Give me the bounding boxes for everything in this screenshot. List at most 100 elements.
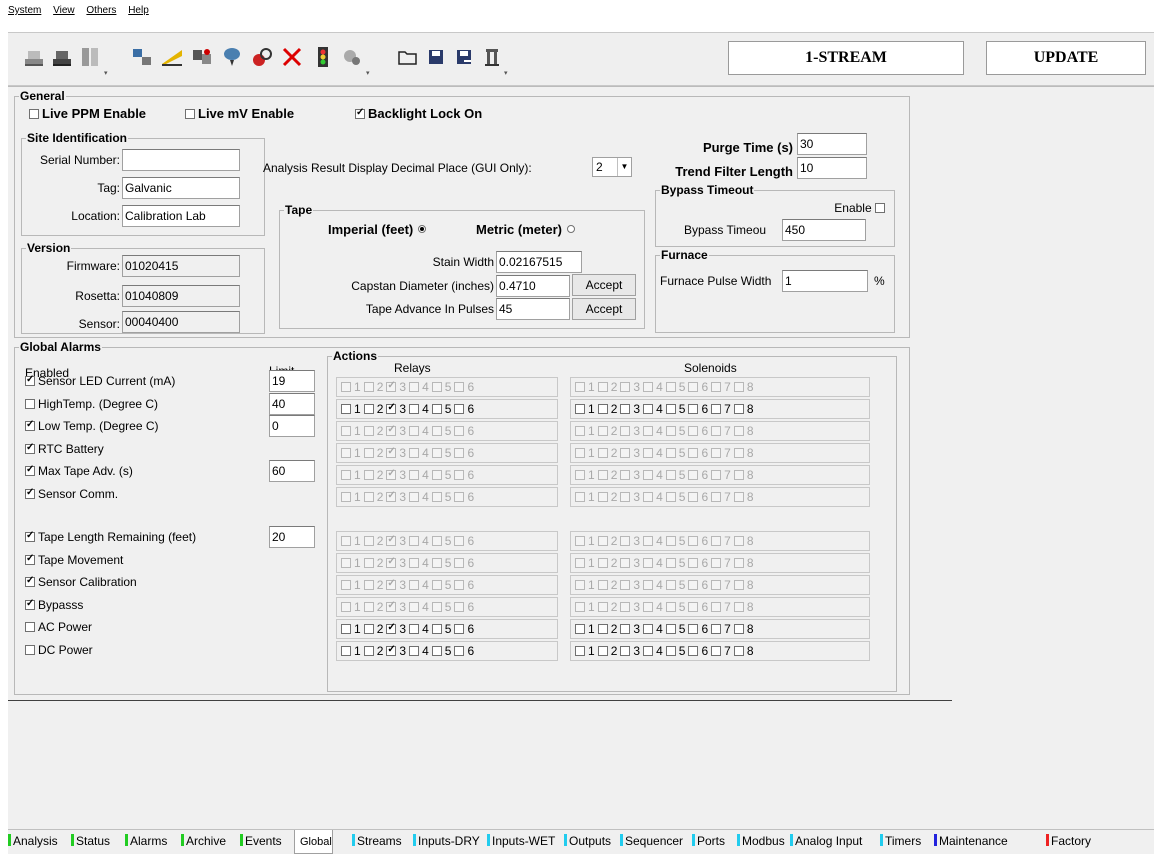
action-checkbox[interactable] (733, 624, 744, 634)
alarm-enable-checkbox[interactable] (25, 645, 35, 655)
alarm-row[interactable]: Sensor Comm. (25, 487, 118, 501)
action-checkbox[interactable] (711, 624, 722, 634)
alarm-limit-input[interactable]: 19 (269, 370, 315, 392)
action-checkbox[interactable] (643, 624, 654, 634)
cancel-icon[interactable] (280, 45, 304, 69)
tape-advance-accept-button[interactable]: Accept (572, 298, 636, 320)
solenoid-row-item[interactable]: 5 (665, 400, 685, 418)
action-checkbox[interactable] (341, 404, 351, 414)
live-ppm-check[interactable] (29, 109, 39, 119)
save-as-icon[interactable] (452, 45, 476, 69)
action-checkbox[interactable] (688, 404, 699, 414)
live-mv-checkbox[interactable]: Live mV Enable (185, 107, 294, 121)
action-checkbox[interactable] (341, 646, 351, 656)
metric-radio[interactable] (566, 225, 575, 233)
bypass-enable-check[interactable] (875, 203, 885, 213)
alarm-row[interactable]: Bypasss (25, 598, 83, 612)
solenoid-row-item[interactable]: 3 (620, 400, 640, 418)
purge-time-input[interactable]: 30 (797, 133, 867, 155)
alarm-enable-checkbox[interactable] (25, 575, 35, 587)
update-button[interactable]: UPDATE (986, 41, 1146, 75)
action-checkbox[interactable] (711, 404, 722, 414)
action-checkbox[interactable] (643, 646, 654, 656)
scan-icon[interactable] (160, 45, 184, 69)
alarm-row[interactable]: Sensor Calibration (25, 575, 137, 589)
action-checkbox[interactable] (665, 404, 676, 414)
furnace-pulse-input[interactable]: 1 (782, 270, 868, 292)
alarm-limit-input[interactable]: 20 (269, 526, 315, 548)
transfer-icon[interactable] (190, 45, 214, 69)
action-checkbox[interactable] (665, 646, 676, 656)
action-checkbox[interactable] (454, 404, 465, 414)
stain-width-input[interactable]: 0.02167515 (496, 251, 582, 273)
location-input[interactable]: Calibration Lab (122, 205, 240, 227)
solenoid-row-item[interactable]: 8 (733, 400, 754, 418)
action-checkbox[interactable] (575, 404, 585, 414)
solenoid-row[interactable]: 1 2 3 4 5 6 7 8 (570, 399, 870, 419)
solenoid-row[interactable]: 1 2 3 4 5 6 7 8 (570, 619, 870, 639)
wet-tank-icon[interactable] (50, 45, 74, 69)
tab-analog-input[interactable]: Analog Input (790, 830, 862, 854)
solenoid-row-item[interactable]: 8 (733, 642, 754, 660)
solenoid-row-item[interactable]: 4 (643, 620, 663, 638)
tab-timers[interactable]: Timers (880, 830, 921, 854)
relay-row-item[interactable]: 6 (454, 620, 474, 638)
traffic-light-icon[interactable] (310, 45, 334, 69)
alarm-row[interactable]: Tape Length Remaining (feet) (25, 530, 196, 544)
action-checkbox[interactable] (597, 624, 608, 634)
menu-system[interactable]: System (8, 5, 41, 16)
capstan-input[interactable]: 0.4710 (496, 275, 570, 297)
toolbar-overflow-icon[interactable]: ▾ (104, 69, 110, 77)
action-checkbox[interactable] (431, 624, 442, 634)
alarm-enable-checkbox[interactable] (25, 419, 35, 431)
action-checkbox[interactable] (454, 624, 465, 634)
tab-modbus[interactable]: Modbus (737, 830, 785, 854)
action-checkbox[interactable] (733, 404, 744, 414)
alarm-enable-checkbox[interactable] (25, 487, 35, 499)
action-checkbox[interactable] (620, 624, 631, 634)
chevron-down-icon[interactable]: ▼ (617, 158, 631, 176)
solenoid-row-item[interactable]: 5 (665, 620, 685, 638)
alarm-enable-checkbox[interactable] (25, 464, 35, 476)
action-checkbox[interactable] (620, 404, 631, 414)
alarm-limit-input[interactable]: 40 (269, 393, 315, 415)
relay-row-item[interactable]: 2 (363, 620, 383, 638)
alarm-row[interactable]: AC Power (25, 620, 92, 634)
solenoid-row-item[interactable]: 8 (733, 620, 754, 638)
action-checkbox[interactable] (431, 646, 442, 656)
relay-row-item[interactable]: 5 (431, 620, 451, 638)
action-checkbox[interactable] (620, 646, 631, 656)
alarm-limit-input[interactable]: 0 (269, 415, 315, 437)
alarm-enable-checkbox[interactable] (25, 374, 35, 386)
tape-advance-input[interactable]: 45 (496, 298, 570, 320)
save-icon[interactable] (424, 45, 448, 69)
tab-inputs-dry[interactable]: Inputs-DRY (413, 830, 480, 854)
trend-filter-input[interactable]: 10 (797, 157, 867, 179)
relay-row-item[interactable]: 5 (431, 400, 451, 418)
relay-row-item[interactable]: 1 (341, 400, 361, 418)
action-checkbox[interactable] (597, 646, 608, 656)
action-checkbox[interactable] (409, 624, 420, 634)
relay-row-item[interactable]: 4 (409, 620, 429, 638)
imperial-radio-row[interactable]: Imperial (feet) (328, 223, 427, 237)
action-checkbox[interactable] (575, 624, 585, 634)
alarm-limit-input[interactable]: 60 (269, 460, 315, 482)
action-checkbox[interactable] (711, 646, 722, 656)
action-checkbox[interactable] (363, 404, 374, 414)
bypass-timeout-input[interactable]: 450 (782, 219, 866, 241)
relay-row-item[interactable]: 5 (431, 642, 451, 660)
tab-maintenance[interactable]: Maintenance (934, 830, 1008, 854)
alarm-enable-checkbox[interactable] (25, 598, 35, 610)
relay-row-item[interactable]: 1 (341, 642, 361, 660)
live-mv-check[interactable] (185, 109, 195, 119)
device-link-icon[interactable] (130, 45, 154, 69)
action-checkbox[interactable] (597, 404, 608, 414)
action-checkbox[interactable] (688, 646, 699, 656)
toolbar-overflow-icon[interactable]: ▾ (504, 69, 510, 77)
solenoid-row-item[interactable]: 1 (575, 400, 595, 418)
relay-row[interactable]: 1 2 3 4 5 6 (336, 641, 558, 661)
backlight-check[interactable] (355, 107, 365, 119)
alarm-row[interactable]: Tape Movement (25, 553, 123, 567)
action-checkbox[interactable] (341, 624, 351, 634)
action-checkbox[interactable] (409, 404, 420, 414)
